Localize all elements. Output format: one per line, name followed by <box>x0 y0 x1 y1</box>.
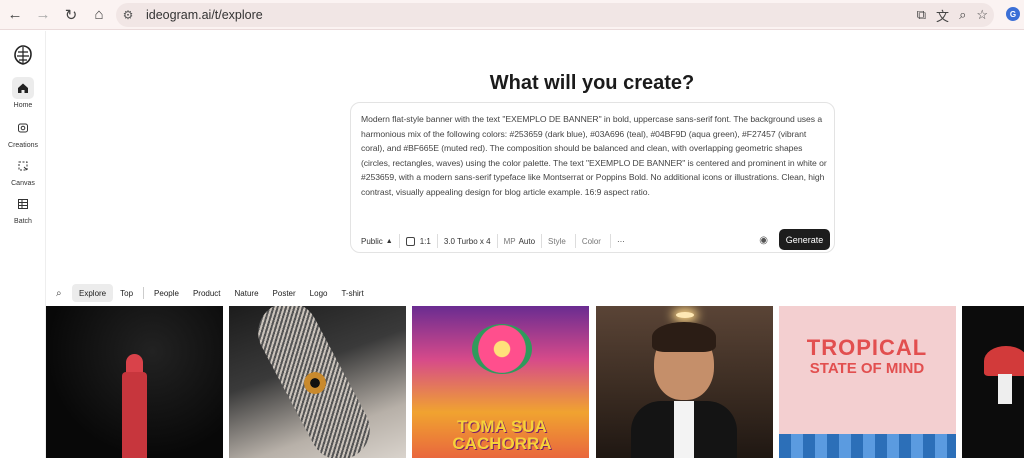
filter-logo[interactable]: Logo <box>303 284 335 302</box>
filter-people[interactable]: People <box>147 284 186 302</box>
search-icon[interactable]: ⌕ <box>56 288 72 299</box>
site-info-icon[interactable]: ⚙ <box>116 8 140 22</box>
flower-image <box>472 324 532 374</box>
lock-icon: ▲ <box>385 237 393 245</box>
sidebar-item-label: Creations <box>8 142 38 149</box>
mushroom-cap-image <box>984 346 1024 376</box>
sidebar-item-canvas[interactable]: Canvas <box>2 155 44 187</box>
sidebar-item-batch[interactable]: Batch <box>2 193 44 225</box>
lipstick-body <box>122 372 147 458</box>
style-label: Style <box>548 236 566 246</box>
visibility-toggle[interactable]: Public ▲ <box>361 234 400 248</box>
filter-tshirt[interactable]: T-shirt <box>334 284 370 302</box>
sidebar-item-creations[interactable]: Creations <box>2 117 44 149</box>
prompt-box[interactable]: Modern flat-style banner with the text "… <box>350 102 835 253</box>
sidebar: Home Creations Canvas Batch <box>0 31 46 458</box>
more-icon: ··· <box>616 236 625 246</box>
model-selector[interactable]: 3.0 Turbo x 4 <box>438 234 498 248</box>
explore-filter-bar: ⌕ Explore Top People Product Nature Post… <box>56 284 371 302</box>
sidebar-item-home[interactable]: Home <box>2 77 44 109</box>
tropical-title: TROPICAL <box>806 335 928 360</box>
page-title: What will you create? <box>489 72 695 94</box>
aspect-ratio-value: 1:1 <box>419 236 431 246</box>
extension-icon[interactable]: G <box>1006 7 1020 21</box>
bookmark-star-icon[interactable]: ☆ <box>976 7 988 23</box>
creations-icon <box>12 117 34 139</box>
prompt-textarea[interactable]: Modern flat-style banner with the text "… <box>361 112 829 200</box>
magic-prompt-value: Auto <box>518 236 536 246</box>
reload-icon[interactable]: ↻ <box>58 2 84 28</box>
magic-prompt-label: MP <box>503 236 516 246</box>
more-options-button[interactable]: ··· <box>611 234 631 248</box>
filter-product[interactable]: Product <box>186 284 228 302</box>
divider <box>143 287 145 299</box>
tropical-subtitle: STATE OF MIND <box>809 360 925 377</box>
hair-image <box>652 322 716 352</box>
sidebar-item-label: Canvas <box>11 180 35 187</box>
back-arrow-icon[interactable]: ← <box>2 2 28 28</box>
waves-image <box>779 434 956 458</box>
filter-explore[interactable]: Explore <box>72 284 114 302</box>
gallery-card-cactus-poster[interactable]: TOMA SUA CACHORRA <box>412 306 589 458</box>
batch-icon <box>12 193 34 215</box>
model-value: 3.0 Turbo x 4 <box>443 236 491 246</box>
lamp-image <box>676 312 694 318</box>
gallery-card-portrait[interactable] <box>596 306 773 458</box>
url-text[interactable]: ideogram.ai/t/explore <box>146 8 263 22</box>
color-selector[interactable]: Color <box>576 234 611 248</box>
gallery-card-mushroom[interactable] <box>962 306 1024 458</box>
visibility-label: Public <box>361 236 383 246</box>
shirt-image <box>674 401 694 458</box>
home-icon <box>12 77 34 99</box>
style-selector[interactable]: Style <box>542 234 576 248</box>
translate-icon[interactable]: 文 <box>936 6 949 25</box>
address-bar[interactable]: ⚙ ideogram.ai/t/explore ⧉ 文 ⌕ ☆ <box>116 3 994 27</box>
gallery-card-tropical[interactable]: TROPICAL STATE OF MIND <box>779 306 956 458</box>
install-app-icon[interactable]: ⧉ <box>917 7 926 23</box>
aspect-ratio-icon <box>405 236 415 246</box>
browser-toolbar: ← → ↻ ⌂ ⚙ ideogram.ai/t/explore ⧉ 文 ⌕ ☆ … <box>0 0 1024 30</box>
eye-image <box>304 372 326 394</box>
aspect-ratio-selector[interactable]: 1:1 <box>400 234 438 248</box>
filter-nature[interactable]: Nature <box>228 284 266 302</box>
filter-top[interactable]: Top <box>113 284 140 302</box>
generate-button[interactable]: Generate <box>779 229 830 250</box>
zoom-icon[interactable]: ⌕ <box>959 7 966 23</box>
forward-arrow-icon[interactable]: → <box>30 2 56 28</box>
sidebar-item-label: Batch <box>14 218 32 225</box>
canvas-icon <box>12 155 34 177</box>
gallery-card-lipstick[interactable] <box>46 306 223 458</box>
color-label: Color <box>581 236 601 246</box>
filter-poster[interactable]: Poster <box>266 284 303 302</box>
camera-upload-icon[interactable]: ◉ <box>759 235 768 246</box>
mushroom-stem-image <box>998 374 1012 404</box>
sidebar-item-label: Home <box>13 102 33 109</box>
poster-text: TOMA SUA CACHORRA <box>452 417 552 453</box>
ideogram-logo-icon[interactable] <box>12 44 34 66</box>
gallery-card-feather-tattoo[interactable] <box>229 306 406 458</box>
home-browser-icon[interactable]: ⌂ <box>86 2 112 28</box>
magic-prompt-selector[interactable]: MP Auto <box>498 234 543 248</box>
